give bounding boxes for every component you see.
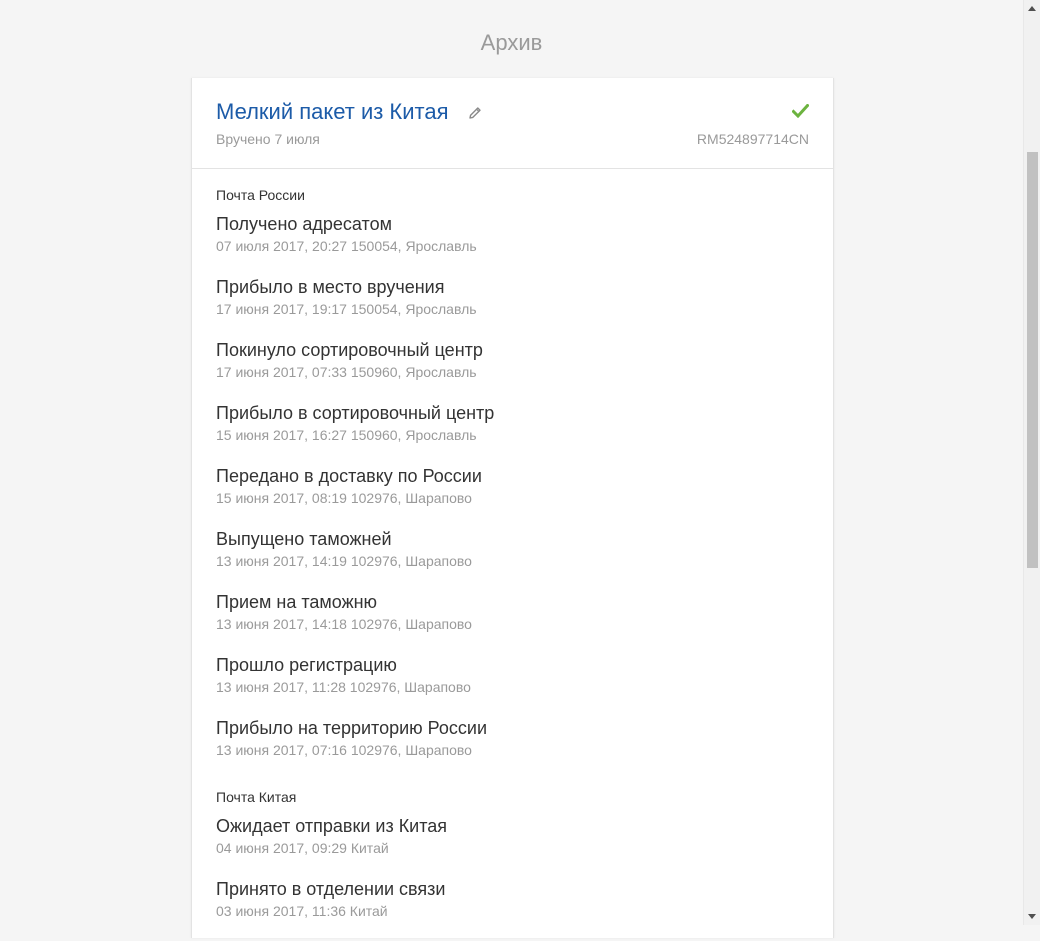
carrier-group-russia: Почта России Получено адресатом 07 июля … [216, 187, 809, 780]
event-title: Прибыло на территорию России [216, 718, 488, 738]
scroll-down-icon[interactable] [1028, 914, 1036, 919]
delivery-status: Вручено 7 июля [216, 131, 320, 147]
page-title: Архив [480, 30, 543, 55]
tracking-event: Прибыло в место вручения 17 июня 2017, 1… [216, 276, 809, 339]
tracking-event: Прибыло на территорию России 13 июня 201… [216, 717, 809, 780]
event-title: Принято в отделении связи [216, 879, 446, 899]
event-title: Выпущено таможней [216, 529, 392, 549]
event-title: Прибыло в сортировочный центр [216, 403, 495, 423]
event-title: Прошло регистрацию [216, 655, 397, 675]
event-meta: 13 июня 2017, 14:18 102976, Шарапово [216, 616, 472, 632]
carrier-title: Почта Китая [216, 789, 297, 805]
event-meta: 17 июня 2017, 07:33 150960, Ярославль [216, 364, 477, 380]
carrier-title: Почта России [216, 187, 305, 203]
tracking-history: Почта России Получено адресатом 07 июля … [192, 169, 833, 941]
track-number: RM524897714CN [696, 131, 809, 147]
scrollbar-thumb[interactable] [1027, 152, 1038, 568]
carrier-group-china: Почта Китая Ожидает отправки из Китая 04… [216, 789, 809, 941]
event-meta: 03 июня 2017, 11:36 Китай [216, 903, 388, 919]
event-title: Получено адресатом [216, 214, 392, 234]
event-meta: 13 июня 2017, 11:28 102976, Шарапово [216, 679, 471, 695]
package-header: Мелкий пакет из Китая Вручено 7 июля RM5… [192, 78, 833, 169]
scroll-up-icon[interactable] [1028, 6, 1036, 11]
tracking-event: Покинуло сортировочный центр 17 июня 201… [216, 339, 809, 402]
tracking-event: Ожидает отправки из Китая 04 июня 2017, … [216, 815, 809, 878]
event-meta: 17 июня 2017, 19:17 150054, Ярославль [216, 301, 477, 317]
package-card: Мелкий пакет из Китая Вручено 7 июля RM5… [191, 78, 834, 938]
tracking-event: Прибыло в сортировочный центр 15 июня 20… [216, 402, 809, 465]
event-meta: 15 июня 2017, 08:19 102976, Шарапово [216, 490, 472, 506]
event-meta: 13 июня 2017, 14:19 102976, Шарапово [216, 553, 472, 569]
event-title: Прием на таможню [216, 592, 378, 612]
event-title: Покинуло сортировочный центр [216, 340, 483, 360]
event-title: Передано в доставку по России [216, 466, 482, 486]
event-meta: 13 июня 2017, 07:16 102976, Шарапово [216, 742, 472, 758]
page-scrollbar[interactable] [1023, 0, 1040, 925]
tracking-event: Прошло регистрацию 13 июня 2017, 11:28 1… [216, 654, 809, 717]
tracking-event: Получено адресатом 07 июля 2017, 20:27 1… [216, 213, 809, 276]
event-title: Ожидает отправки из Китая [216, 816, 448, 836]
pencil-icon[interactable] [468, 106, 482, 120]
tracking-event: Выпущено таможней 13 июня 2017, 14:19 10… [216, 528, 809, 591]
event-meta: 15 июня 2017, 16:27 150960, Ярославль [216, 427, 477, 443]
package-name[interactable]: Мелкий пакет из Китая [216, 99, 449, 125]
event-title: Прибыло в место вручения [216, 277, 445, 297]
tracking-event: Передано в доставку по России 15 июня 20… [216, 465, 809, 528]
tracking-event: Принято в отделении связи 03 июня 2017, … [216, 878, 809, 941]
event-meta: 04 июня 2017, 09:29 Китай [216, 840, 389, 856]
tracking-event: Прием на таможню 13 июня 2017, 14:18 102… [216, 591, 809, 654]
event-meta: 07 июля 2017, 20:27 150054, Ярославль [216, 238, 477, 254]
checkmark-icon [792, 104, 809, 118]
